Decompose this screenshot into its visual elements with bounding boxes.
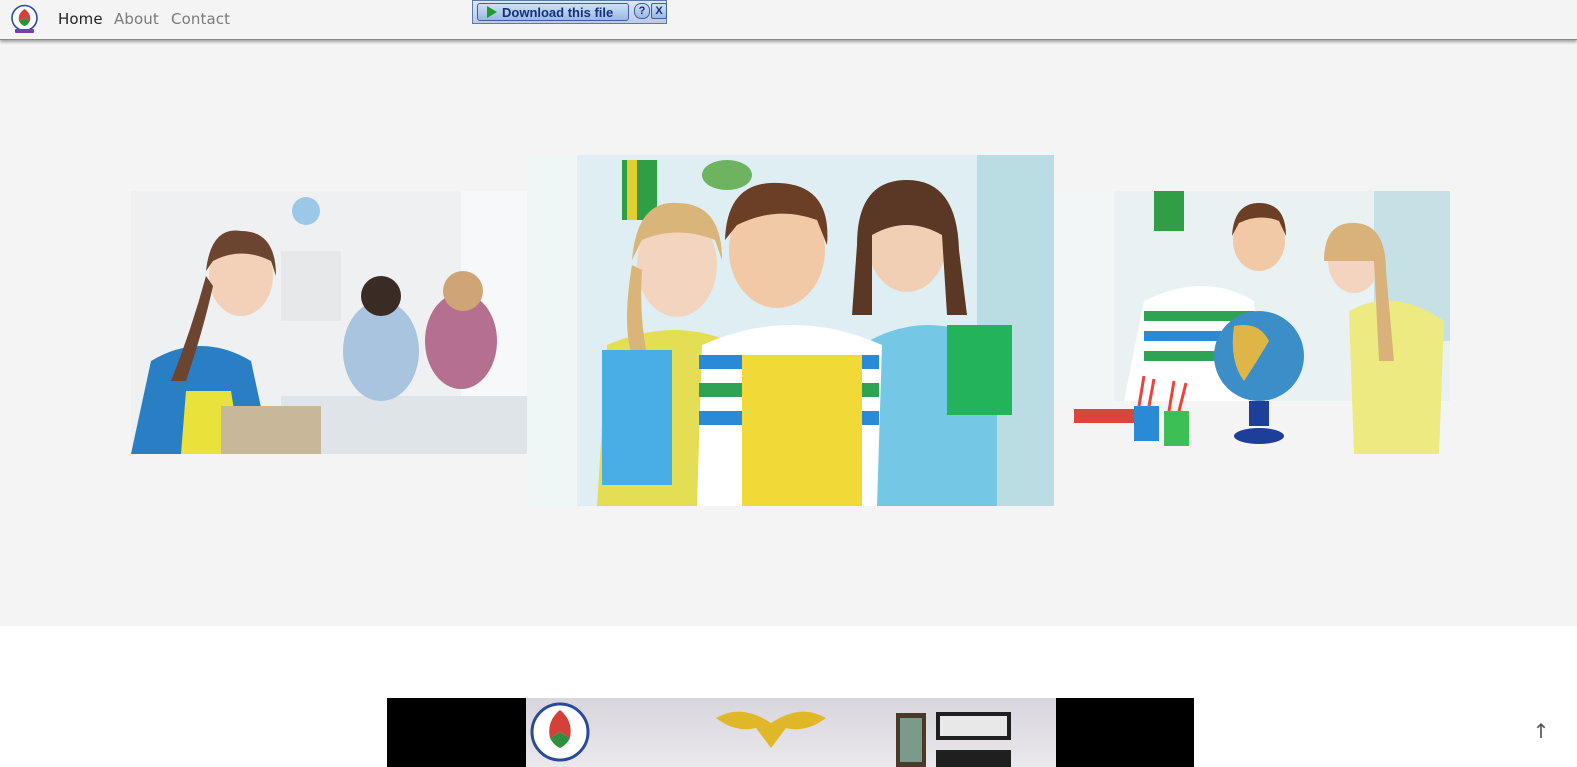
school-logo[interactable] — [10, 4, 39, 35]
hero-carousel — [0, 40, 1577, 626]
close-button[interactable]: X — [651, 3, 667, 19]
top-navbar: Home About Contact Download this file ? … — [0, 0, 1577, 40]
carousel-slide-left[interactable] — [131, 191, 527, 454]
three-children-image — [527, 155, 1054, 506]
help-button[interactable]: ? — [634, 3, 650, 19]
girl-with-backpack-image — [131, 191, 527, 454]
arrow-up-icon: ↑ — [1532, 719, 1550, 743]
carousel-slide-right[interactable] — [1054, 191, 1450, 454]
play-icon — [487, 6, 497, 18]
video-thumbnail — [530, 702, 1011, 767]
scroll-to-top-button[interactable]: ↑ — [1530, 720, 1552, 742]
nav-about-link[interactable]: About — [114, 10, 159, 28]
download-toolbar: Download this file ? X — [472, 0, 667, 24]
download-button-label: Download this file — [502, 4, 614, 20]
carousel-slide-center[interactable] — [527, 155, 1054, 506]
nav-home-link[interactable]: Home — [58, 10, 103, 28]
video-player[interactable] — [387, 698, 1194, 767]
children-globe-image — [1054, 191, 1450, 454]
nav-contact-link[interactable]: Contact — [171, 10, 230, 28]
video-frame — [526, 698, 1056, 767]
download-file-button[interactable]: Download this file — [477, 3, 629, 21]
